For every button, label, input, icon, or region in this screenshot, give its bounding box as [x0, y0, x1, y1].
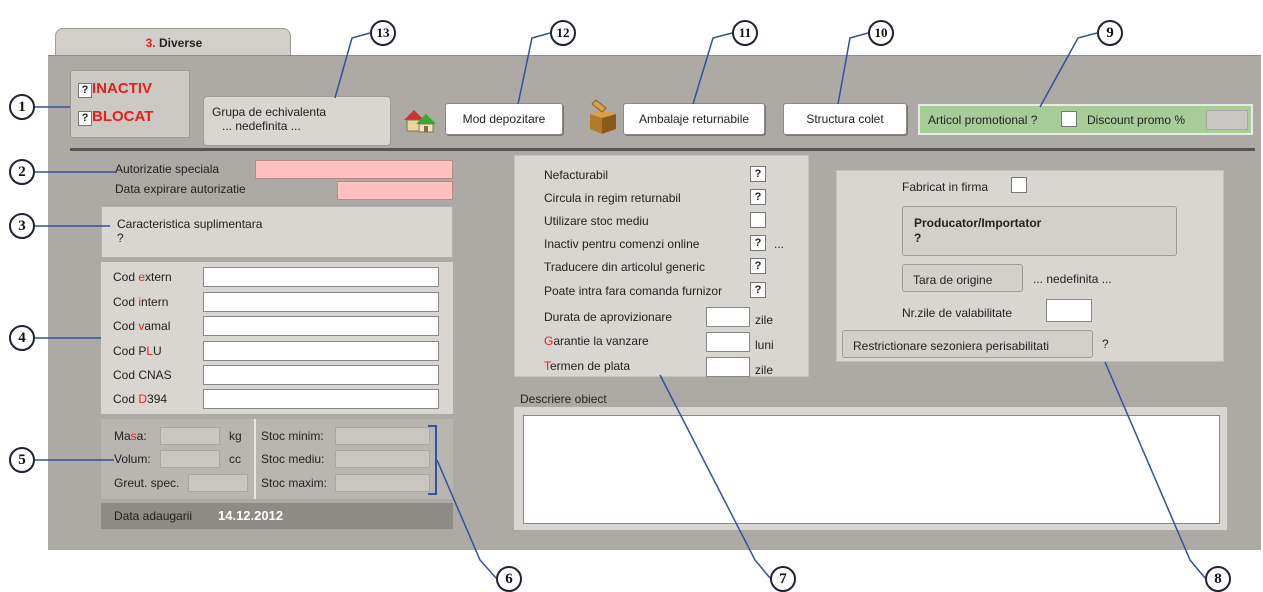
callout-lines: [35, 32, 1206, 579]
callout-6: 6: [496, 566, 522, 592]
callout-10: 10: [868, 20, 894, 46]
callout-4: 4: [9, 325, 35, 351]
callout-1: 1: [9, 94, 35, 120]
callout-13: 13: [370, 20, 396, 46]
callout-5: 5: [9, 447, 35, 473]
callout-12: 12: [550, 20, 576, 46]
callout-9: 9: [1097, 20, 1123, 46]
callout-8: 8: [1205, 566, 1231, 592]
callout-3: 3: [9, 213, 35, 239]
callout-11: 11: [732, 20, 758, 46]
callout-2: 2: [9, 159, 35, 185]
callout-7: 7: [770, 566, 796, 592]
